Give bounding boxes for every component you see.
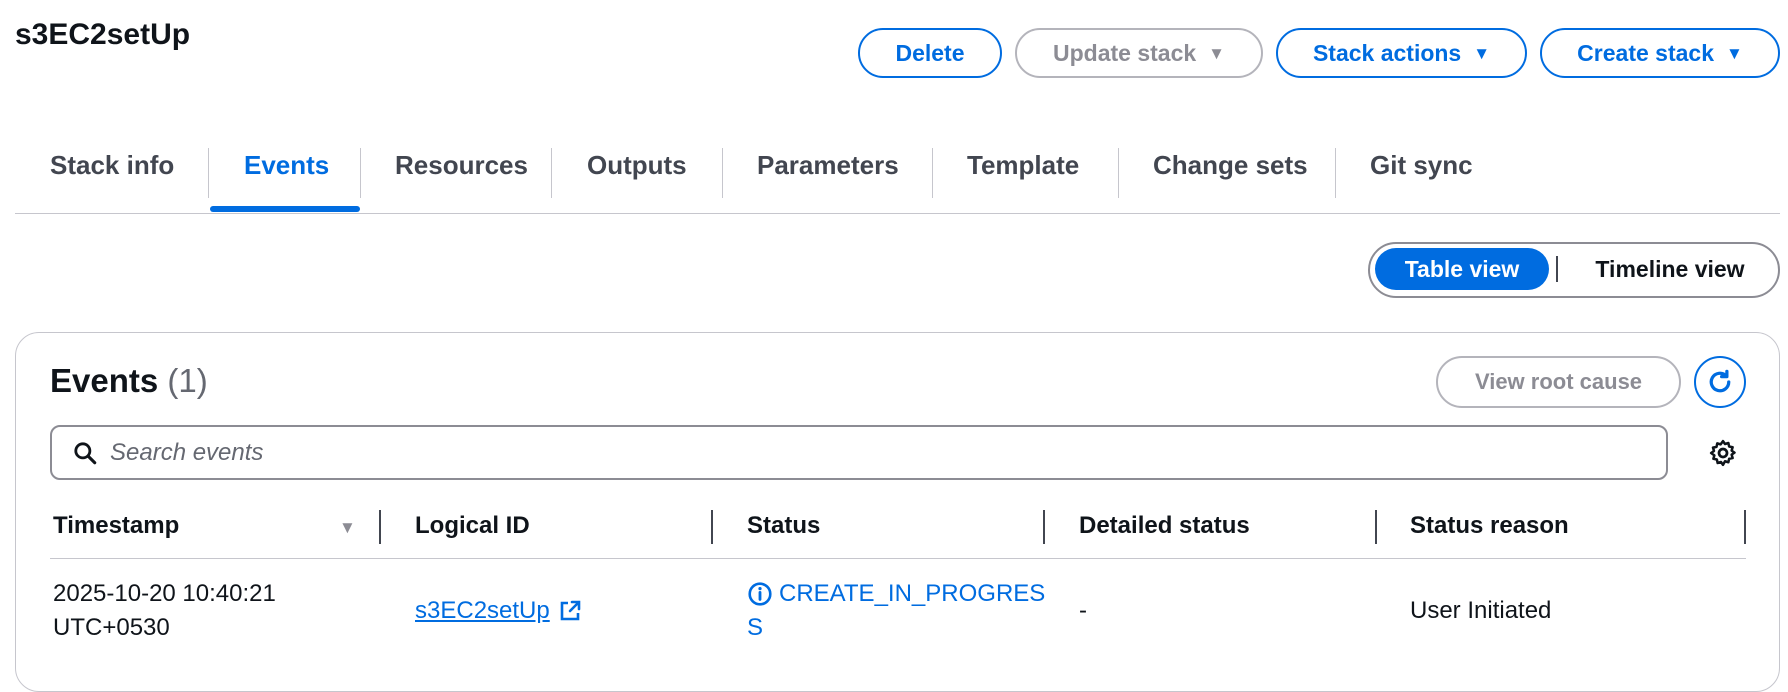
view-root-cause-button[interactable]: View root cause [1436, 356, 1681, 408]
tab-outputs[interactable]: Outputs [587, 150, 687, 181]
table-row-status: CREATE_IN_PROGRES S [747, 577, 1047, 645]
delete-button[interactable]: Delete [858, 28, 1002, 78]
status-text-line1: CREATE_IN_PROGRES [779, 580, 1046, 607]
active-tab-indicator [210, 206, 360, 212]
search-input[interactable] [108, 437, 1612, 468]
tab-parameters[interactable]: Parameters [757, 150, 899, 181]
stack-title: s3EC2setUp [15, 18, 191, 51]
events-count: (1) [167, 362, 208, 399]
column-resizer[interactable] [379, 510, 381, 544]
sort-desc-icon[interactable]: ▼ [339, 518, 356, 538]
view-root-cause-label: View root cause [1474, 369, 1643, 394]
timeline-view-toggle[interactable]: Timeline view [1566, 248, 1774, 290]
stack-actions-label: Stack actions [1312, 39, 1462, 66]
column-header-detailed-status[interactable]: Detailed status [1079, 512, 1250, 540]
logical-id-link[interactable]: s3EC2setUp [415, 594, 582, 628]
table-view-toggle[interactable]: Table view [1375, 248, 1549, 290]
gear-icon [1709, 439, 1736, 467]
tab-divider [1118, 148, 1119, 198]
toggle-divider [1556, 256, 1558, 282]
table-row-timestamp: 2025-10-20 10:40:21 UTC+0530 [53, 577, 276, 645]
search-box [50, 425, 1668, 480]
column-resizer[interactable] [1043, 510, 1045, 544]
refresh-icon [1709, 369, 1731, 393]
timestamp-date: 2025-10-20 10:40:21 [53, 580, 276, 607]
search-icon [74, 441, 97, 464]
tab-template[interactable]: Template [967, 150, 1079, 181]
tab-divider [360, 148, 361, 198]
refresh-button[interactable] [1694, 356, 1746, 408]
caret-down-icon: ▼ [1473, 43, 1491, 63]
column-resizer[interactable] [711, 510, 713, 544]
timestamp-tz: UTC+0530 [53, 614, 170, 641]
header-row-divider [50, 558, 1746, 559]
tab-change-sets[interactable]: Change sets [1153, 150, 1308, 181]
tab-divider [1335, 148, 1336, 198]
update-stack-button[interactable]: Update stack ▼ [1015, 28, 1263, 78]
update-stack-label: Update stack [1053, 39, 1197, 66]
tab-git-sync[interactable]: Git sync [1370, 150, 1473, 181]
stack-actions-button[interactable]: Stack actions ▼ [1276, 28, 1527, 78]
column-header-status-reason[interactable]: Status reason [1410, 512, 1569, 540]
info-icon [748, 582, 772, 606]
status-text-line2: S [747, 614, 764, 641]
tabs-divider [15, 213, 1780, 214]
caret-down-icon: ▼ [1208, 43, 1225, 63]
external-link-icon [560, 600, 581, 621]
logical-id-text: s3EC2setUp [415, 597, 550, 624]
tab-divider [551, 148, 552, 198]
tab-divider [722, 148, 723, 198]
tab-stack-info[interactable]: Stack info [50, 150, 174, 181]
tab-resources[interactable]: Resources [395, 150, 528, 181]
column-header-timestamp[interactable]: Timestamp [53, 512, 179, 540]
create-stack-label: Create stack [1577, 39, 1714, 66]
events-heading: Events (1) [50, 362, 208, 400]
tab-divider [932, 148, 933, 198]
caret-down-icon: ▼ [1725, 43, 1743, 63]
events-heading-label: Events [50, 362, 159, 399]
delete-button-label: Delete [895, 39, 965, 66]
create-stack-button[interactable]: Create stack ▼ [1540, 28, 1780, 78]
column-resizer[interactable] [1744, 510, 1746, 544]
tab-events[interactable]: Events [244, 150, 329, 181]
table-row-detailed-status: - [1079, 597, 1087, 624]
table-row-status-reason: User Initiated [1410, 597, 1552, 624]
preferences-button[interactable] [1708, 438, 1738, 468]
column-resizer[interactable] [1375, 510, 1377, 544]
column-header-logical-id[interactable]: Logical ID [415, 512, 530, 540]
tab-divider [208, 148, 209, 198]
column-header-status[interactable]: Status [747, 512, 820, 540]
